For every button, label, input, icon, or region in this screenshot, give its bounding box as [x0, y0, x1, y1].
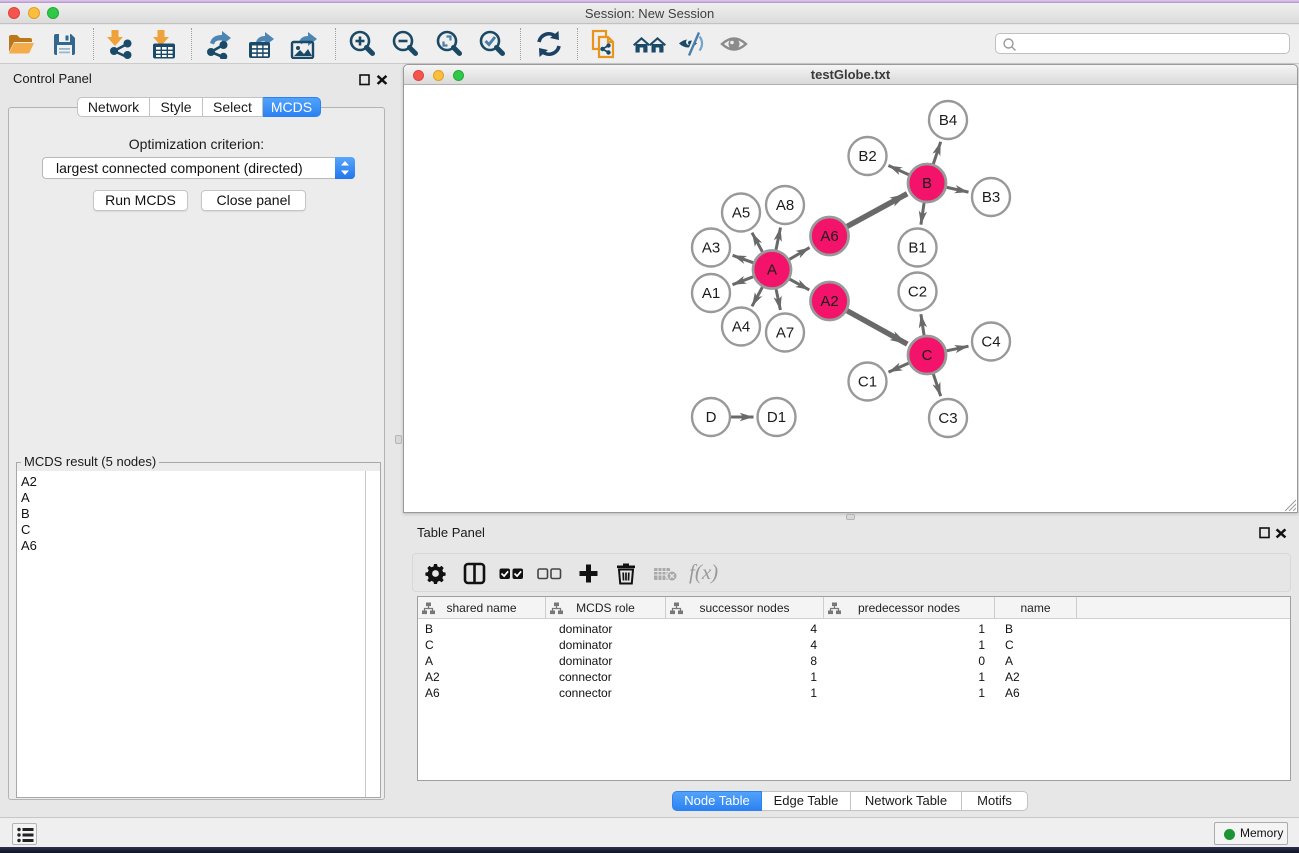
svg-text:C2: C2 [908, 284, 927, 301]
svg-text:A7: A7 [776, 325, 794, 342]
svg-text:C3: C3 [938, 410, 957, 427]
svg-text:C: C [922, 347, 933, 364]
svg-text:A1: A1 [702, 285, 720, 302]
svg-text:A5: A5 [732, 205, 750, 222]
svg-text:C1: C1 [858, 374, 877, 391]
svg-text:D: D [706, 409, 717, 426]
svg-text:A4: A4 [732, 319, 750, 336]
svg-text:B: B [922, 175, 932, 192]
svg-text:A: A [767, 262, 777, 279]
svg-text:C4: C4 [981, 334, 1000, 351]
svg-text:A6: A6 [820, 228, 838, 245]
svg-text:A3: A3 [702, 240, 720, 257]
svg-text:D1: D1 [767, 409, 786, 426]
svg-text:B2: B2 [858, 148, 876, 165]
svg-text:A2: A2 [820, 293, 838, 310]
svg-text:B3: B3 [982, 189, 1000, 206]
svg-text:B4: B4 [939, 112, 957, 129]
svg-text:A8: A8 [776, 197, 794, 214]
svg-text:B1: B1 [908, 240, 926, 257]
